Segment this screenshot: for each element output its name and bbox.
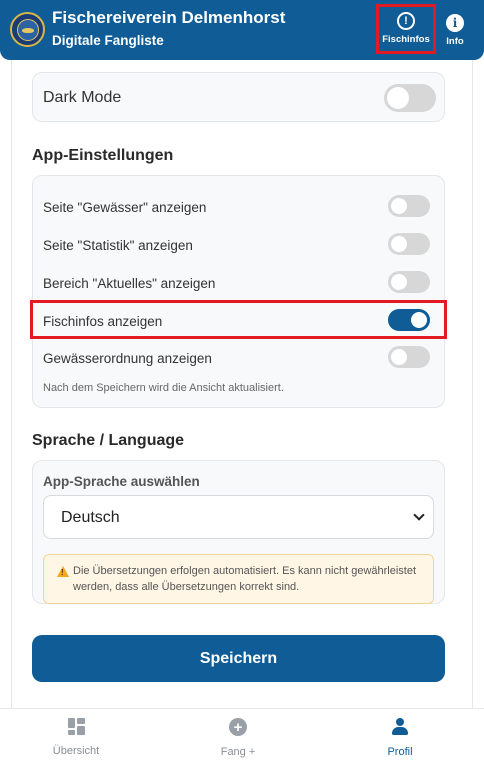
save-button[interactable]: Speichern <box>32 635 445 682</box>
fischinfos-label: Fischinfos <box>382 34 430 45</box>
setting-label-statistik: Seite "Statistik" anzeigen <box>43 238 193 253</box>
setting-label-gewaesserordnung: Gewässerordnung anzeigen <box>43 351 212 366</box>
nav-label-uebersicht: Übersicht <box>52 745 100 757</box>
translation-warning: ! Die Übersetzungen erfolgen automatisie… <box>43 554 434 604</box>
chevron-down-icon <box>413 509 425 521</box>
language-selected-value: Deutsch <box>61 509 120 526</box>
toggle-statistik[interactable] <box>388 233 430 255</box>
nav-item-fang[interactable]: + Fang + <box>183 718 293 758</box>
info-icon: i <box>446 14 464 32</box>
nav-label-fang: Fang + <box>220 746 256 758</box>
fischinfos-highlight-box <box>30 300 447 339</box>
dark-mode-card: Dark Mode <box>32 72 445 122</box>
app-title: Fischereiverein Delmenhorst <box>52 8 286 27</box>
plus-circle-icon: + <box>229 718 247 736</box>
nav-item-uebersicht[interactable]: Übersicht <box>21 718 131 757</box>
warning-icon: ! <box>57 566 69 577</box>
translation-warning-text: Die Übersetzungen erfolgen automatisiert… <box>73 565 417 593</box>
toggle-gewaesser[interactable] <box>388 195 430 217</box>
toggle-aktuelles[interactable] <box>388 271 430 293</box>
fischinfos-button[interactable]: ! Fischinfos <box>376 4 436 54</box>
app-subtitle: Digitale Fangliste <box>52 33 164 48</box>
language-card: App-Sprache auswählen Deutsch ! Die Über… <box>32 460 445 604</box>
settings-note: Nach dem Speichern wird die Ansicht aktu… <box>43 382 284 394</box>
setting-label-gewaesser: Seite "Gewässer" anzeigen <box>43 200 207 215</box>
info-label: Info <box>446 36 464 47</box>
toggle-gewaesserordnung[interactable] <box>388 346 430 368</box>
dashboard-icon <box>67 718 85 735</box>
language-title: Sprache / Language <box>32 432 185 449</box>
dark-mode-label: Dark Mode <box>43 89 122 106</box>
nav-label-profil: Profil <box>387 746 413 758</box>
user-icon <box>391 718 409 736</box>
setting-label-aktuelles: Bereich "Aktuelles" anzeigen <box>43 276 216 291</box>
alert-circle-icon: ! <box>397 12 415 30</box>
info-button[interactable]: i Info <box>440 6 470 54</box>
nav-item-profil[interactable]: Profil <box>345 718 455 758</box>
dark-mode-toggle[interactable] <box>384 84 436 112</box>
app-settings-card: Seite "Gewässer" anzeigen Seite "Statist… <box>32 175 445 408</box>
app-header: Fischereiverein Delmenhorst Digitale Fan… <box>0 0 484 60</box>
language-select[interactable]: Deutsch <box>43 495 434 539</box>
club-logo <box>10 12 45 47</box>
app-settings-title: App-Einstellungen <box>32 147 174 164</box>
language-select-label: App-Sprache auswählen <box>43 474 200 489</box>
bottom-nav: Übersicht + Fang + Profil <box>0 708 484 771</box>
